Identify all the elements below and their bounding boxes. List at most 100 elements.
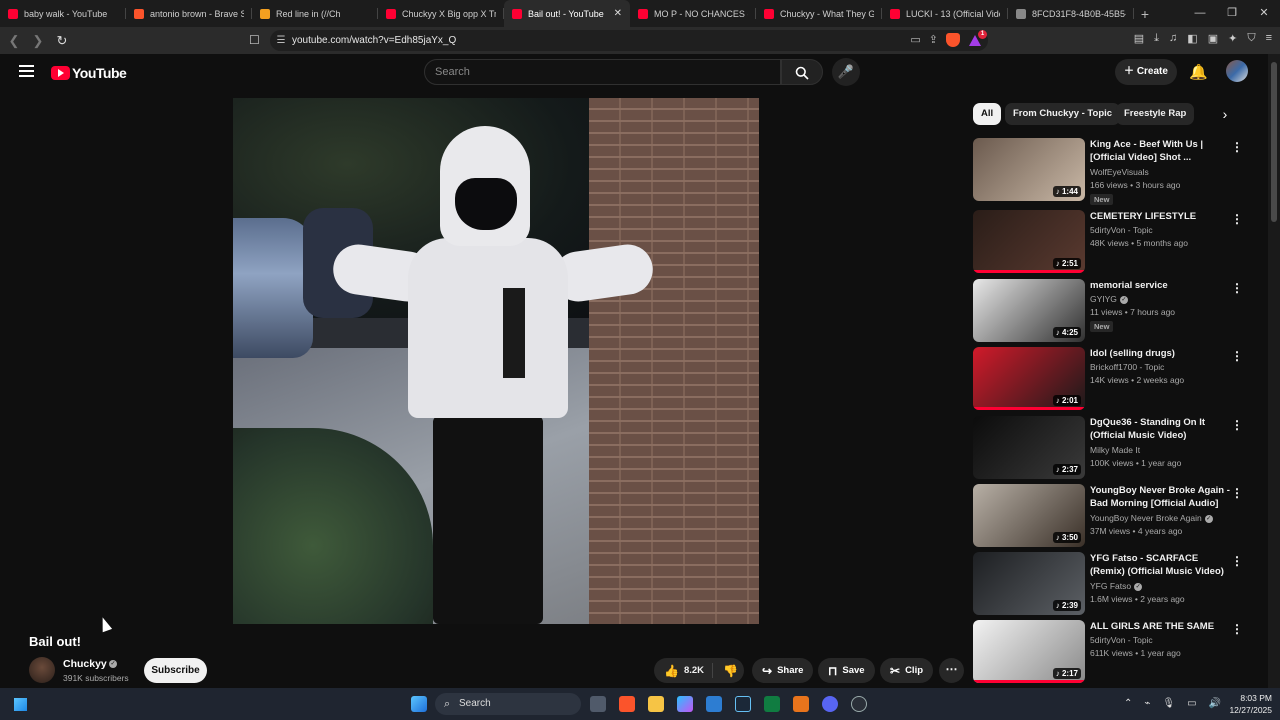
browser-tab[interactable]: baby walk - YouTube	[0, 0, 126, 27]
task-view-icon[interactable]	[590, 696, 606, 712]
copilot-icon[interactable]	[677, 696, 693, 712]
more-options-icon[interactable]: ⋮	[1231, 486, 1243, 500]
like-button[interactable]: 👍 8.2K	[654, 663, 714, 678]
split-view-icon[interactable]: ◧	[1187, 32, 1197, 45]
recommendation-title[interactable]: DgQue36 - Standing On It (Official Music…	[1090, 416, 1230, 442]
start-button-icon[interactable]	[411, 696, 427, 712]
more-options-icon[interactable]: ⋮	[1231, 418, 1243, 432]
display-icon[interactable]: ▭	[1187, 698, 1196, 709]
wallet-icon[interactable]: ▣	[1208, 32, 1218, 45]
save-button[interactable]: ⊓ Save	[818, 658, 875, 683]
search-input[interactable]: Search	[424, 59, 781, 85]
close-tab-icon[interactable]: ✕	[614, 8, 622, 19]
video-thumbnail[interactable]: ♪ 2:01	[973, 347, 1085, 410]
recommendation-title[interactable]: memorial service	[1090, 279, 1230, 292]
chip-freestyle-rap[interactable]: Freestyle Rap	[1116, 103, 1195, 125]
channel-avatar[interactable]	[29, 657, 55, 683]
file-explorer-icon[interactable]	[648, 696, 664, 712]
youtube-logo[interactable]: YouTube	[51, 65, 127, 81]
recommendation-item[interactable]: ♪ 2:39 YFG Fatso - SCARFACE (Remix) (Offi…	[973, 552, 1253, 616]
recommendation-item[interactable]: ♪ 2:51 CEMETERY LIFESTYLE 5dirtyVon - Topi…	[973, 210, 1253, 274]
taskbar-clock[interactable]: 8:03 PM 12/27/2025	[1224, 692, 1272, 716]
recommendation-channel[interactable]: GYIYG ✓	[1090, 294, 1128, 304]
taskbar-search[interactable]: ⌕ Search	[435, 693, 581, 715]
restore-icon[interactable]: ❐	[1216, 0, 1248, 27]
more-options-icon[interactable]: ⋮	[1231, 349, 1243, 363]
recommendation-item[interactable]: ♪ 2:37 DgQue36 - Standing On It (Official…	[973, 416, 1253, 480]
scrollbar-thumb[interactable]	[1271, 62, 1277, 222]
recommendation-item[interactable]: ♪ 2:01 Idol (selling drugs) Brickoff1700 -…	[973, 347, 1253, 411]
microphone-icon[interactable]: 🎙	[1162, 698, 1175, 709]
recommendation-item[interactable]: ♪ 3:50 YoungBoy Never Broke Again - Bad M…	[973, 484, 1253, 548]
video-thumbnail[interactable]: ♪ 2:51	[973, 210, 1085, 273]
more-options-icon[interactable]: ⋮	[1231, 212, 1243, 226]
avatar[interactable]	[1226, 60, 1248, 82]
video-thumbnail[interactable]: ♪ 2:39	[973, 552, 1085, 615]
recommendation-channel[interactable]: Milky Made It	[1090, 445, 1140, 455]
browser-tab[interactable]: MO P - NO CHANCES (Off	[630, 0, 756, 27]
recommendation-title[interactable]: King Ace - Beef With Us | [Official Vide…	[1090, 138, 1230, 164]
recommendation-channel[interactable]: WolfEyeVisuals	[1090, 167, 1149, 177]
cast-icon[interactable]: ▭	[910, 33, 920, 47]
recommendation-title[interactable]: YoungBoy Never Broke Again - Bad Morning…	[1090, 484, 1230, 510]
app-icon[interactable]	[851, 696, 867, 712]
more-options-icon[interactable]: ⋮	[1231, 622, 1243, 636]
video-thumbnail[interactable]: ♪ 2:17	[973, 620, 1085, 683]
steam-icon[interactable]	[735, 696, 751, 712]
guide-menu-icon[interactable]	[19, 65, 34, 77]
windows-widgets-icon[interactable]	[14, 698, 27, 711]
recommendation-title[interactable]: ALL GIRLS ARE THE SAME	[1090, 620, 1230, 633]
browser-tab[interactable]: Chuckyy - What They Gon	[756, 0, 882, 27]
subscribe-button[interactable]: Subscribe	[144, 658, 207, 683]
browser-tab[interactable]: Red line in (//Ch	[252, 0, 378, 27]
brave-shields-icon[interactable]	[946, 33, 960, 47]
recommendation-item[interactable]: ♪ 4:25 memorial service GYIYG ✓ 11 views • 7…	[973, 279, 1253, 343]
vpn-icon[interactable]: ⛉	[1247, 32, 1255, 45]
recommendation-channel[interactable]: YoungBoy Never Broke Again ✓	[1090, 513, 1213, 523]
new-tab-button[interactable]: +	[1134, 6, 1156, 22]
site-settings-icon[interactable]: ☰	[270, 35, 292, 46]
recommendation-title[interactable]: Idol (selling drugs)	[1090, 347, 1230, 360]
network-icon[interactable]: ⌁	[1144, 698, 1150, 709]
recommendation-channel[interactable]: Brickoff1700 - Topic	[1090, 362, 1164, 372]
voice-search-icon[interactable]: 🎤	[832, 58, 860, 86]
app-icon[interactable]	[793, 696, 809, 712]
recommendation-item[interactable]: ♪ 2:17 ALL GIRLS ARE THE SAME 5dirtyVon - …	[973, 620, 1253, 684]
chevron-right-icon[interactable]: ›	[1214, 103, 1236, 125]
video-thumbnail[interactable]: ♪ 1:44	[973, 138, 1085, 201]
notifications-icon[interactable]: 🔔	[1189, 63, 1208, 81]
excel-icon[interactable]	[764, 696, 780, 712]
channel-name[interactable]: Chuckyy	[63, 658, 107, 670]
search-button[interactable]	[781, 59, 823, 85]
page-scrollbar[interactable]	[1268, 54, 1280, 688]
share-page-icon[interactable]: ⇪	[929, 33, 938, 47]
more-options-icon[interactable]: ⋮	[1231, 281, 1243, 295]
chip-from-channel[interactable]: From Chuckyy - Topic	[1005, 103, 1121, 125]
recommendation-item[interactable]: ♪ 1:44 King Ace - Beef With Us | [Officia…	[973, 138, 1253, 205]
video-thumbnail[interactable]: ♪ 3:50	[973, 484, 1085, 547]
url-field[interactable]: ☰ youtube.com/watch?v=Edh85jaYx_Q ▭ ⇪ 1	[270, 30, 988, 51]
share-button[interactable]: ↪ Share	[752, 658, 814, 683]
chevron-up-icon[interactable]: ⌃	[1124, 698, 1132, 709]
discord-icon[interactable]	[822, 696, 838, 712]
back-icon[interactable]: ❮	[4, 33, 24, 49]
recommendation-channel[interactable]: YFG Fatso ✓	[1090, 581, 1143, 591]
create-button[interactable]: ＋ Create	[1115, 59, 1177, 85]
browser-tab[interactable]: 8FCD31F8-4B0B-45B5-AA	[1008, 0, 1134, 27]
more-options-icon[interactable]: ⋮	[1231, 554, 1243, 568]
recommendation-title[interactable]: YFG Fatso - SCARFACE (Remix) (Official M…	[1090, 552, 1230, 578]
more-actions-icon[interactable]: ⋯	[939, 658, 964, 683]
microsoft-store-icon[interactable]	[706, 696, 722, 712]
recommendation-channel[interactable]: 5dirtyVon - Topic	[1090, 635, 1153, 645]
browser-tab[interactable]: LUCKI - 13 (Official Video)	[882, 0, 1008, 27]
sidebar-icon[interactable]: ▤	[1134, 32, 1144, 45]
recommendation-title[interactable]: CEMETERY LIFESTYLE	[1090, 210, 1230, 223]
brave-browser-icon[interactable]	[619, 696, 635, 712]
brave-rewards-icon[interactable]: 1	[968, 30, 987, 47]
chip-all[interactable]: All	[973, 103, 1002, 125]
volume-icon[interactable]: 🔊	[1209, 698, 1221, 709]
video-thumbnail[interactable]: ♪ 4:25	[973, 279, 1085, 342]
forward-icon[interactable]: ❯	[28, 33, 48, 49]
more-options-icon[interactable]: ⋮	[1231, 140, 1243, 154]
recommendation-channel[interactable]: 5dirtyVon - Topic	[1090, 225, 1153, 235]
